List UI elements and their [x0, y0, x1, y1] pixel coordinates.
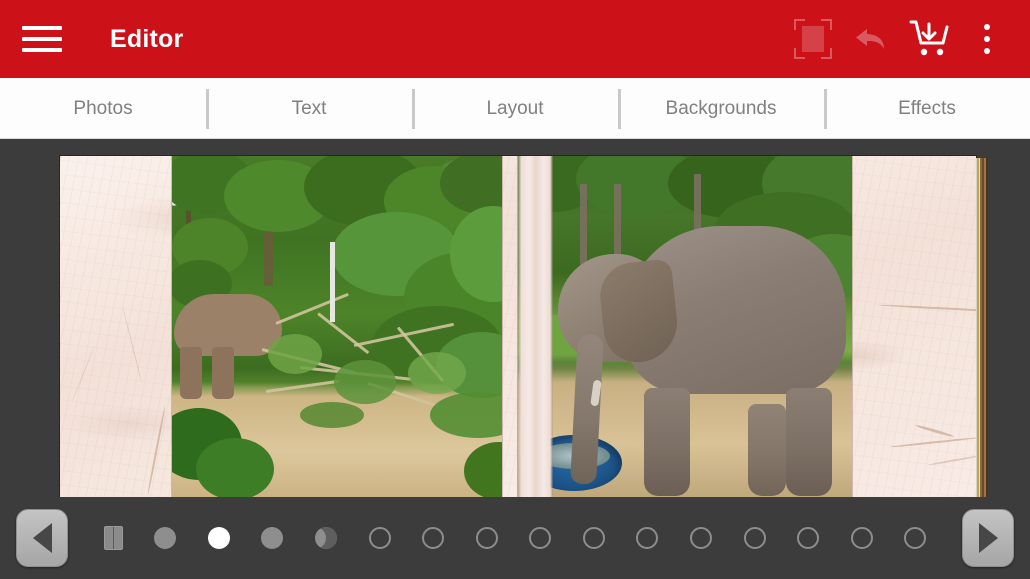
- tab-label: Effects: [898, 98, 956, 119]
- crop-frame-icon: [794, 19, 832, 59]
- page-dot-1[interactable]: [154, 527, 177, 549]
- page-dot-8[interactable]: [529, 527, 552, 549]
- hamburger-line: [22, 37, 62, 41]
- tab-backgrounds[interactable]: Backgrounds: [618, 78, 824, 138]
- page-dot-13[interactable]: [797, 527, 820, 549]
- cart-download-icon: [909, 20, 949, 56]
- app-bar: Editor: [0, 0, 1030, 78]
- page-dot-14[interactable]: [850, 527, 873, 549]
- overflow-menu-icon: [984, 24, 990, 54]
- page-dots: [68, 497, 962, 579]
- page-dot-12[interactable]: [743, 527, 766, 549]
- photo-left-image: [172, 156, 502, 497]
- tab-text[interactable]: Text: [206, 78, 412, 138]
- brush-pile: [258, 292, 488, 422]
- undo-arrow-icon: [856, 29, 884, 49]
- page-dot-15[interactable]: [904, 527, 927, 549]
- undo-button[interactable]: [842, 10, 900, 68]
- page-dot-11[interactable]: [689, 527, 712, 549]
- photo-tile-left[interactable]: [172, 156, 502, 497]
- spread-right-page[interactable]: [518, 156, 976, 497]
- previous-page-button[interactable]: [16, 509, 68, 567]
- tab-label: Backgrounds: [665, 98, 777, 119]
- elephant-right: [536, 212, 852, 496]
- overflow-menu-button[interactable]: [958, 10, 1016, 68]
- tab-label: Text: [291, 98, 327, 119]
- page-dot-3[interactable]: [261, 527, 284, 549]
- tab-layout[interactable]: Layout: [412, 78, 618, 138]
- page-dot-10[interactable]: [636, 527, 659, 549]
- chevron-right-icon: [978, 523, 998, 553]
- page-dot-4[interactable]: [315, 527, 338, 549]
- hamburger-menu-icon[interactable]: [22, 22, 62, 56]
- tab-label: Layout: [486, 98, 544, 119]
- photo-right-image: [518, 156, 852, 497]
- tab-label: Photos: [73, 98, 133, 119]
- page-navigation-strip: [0, 497, 1030, 579]
- page-dot-2[interactable]: [207, 527, 230, 549]
- crop-frame-button[interactable]: [784, 10, 842, 68]
- photobook-spread[interactable]: [60, 156, 988, 497]
- page-dot-6[interactable]: [422, 527, 445, 549]
- tab-effects[interactable]: Effects: [824, 78, 1030, 138]
- hamburger-line: [22, 48, 62, 52]
- page-dot-5[interactable]: [368, 527, 391, 549]
- book-spine-edge: [976, 158, 988, 497]
- hamburger-line: [22, 26, 62, 30]
- page-title: Editor: [110, 24, 184, 53]
- photo-tile-right[interactable]: [518, 156, 852, 497]
- editor-app: Editor Photos Text Layout Backgrounds Ef…: [0, 0, 1030, 579]
- page-dot-9[interactable]: [582, 527, 605, 549]
- app-bar-actions: [784, 10, 1016, 68]
- chevron-left-icon: [32, 523, 52, 553]
- save-to-cart-button[interactable]: [900, 10, 958, 68]
- editor-canvas[interactable]: [0, 139, 1030, 497]
- next-page-button[interactable]: [962, 509, 1014, 567]
- spread-left-page[interactable]: [60, 156, 518, 497]
- page-dot-7[interactable]: [475, 527, 498, 549]
- page-dot-0[interactable]: [103, 526, 123, 550]
- editor-tab-bar: Photos Text Layout Backgrounds Effects: [0, 78, 1030, 139]
- tab-photos[interactable]: Photos: [0, 78, 206, 138]
